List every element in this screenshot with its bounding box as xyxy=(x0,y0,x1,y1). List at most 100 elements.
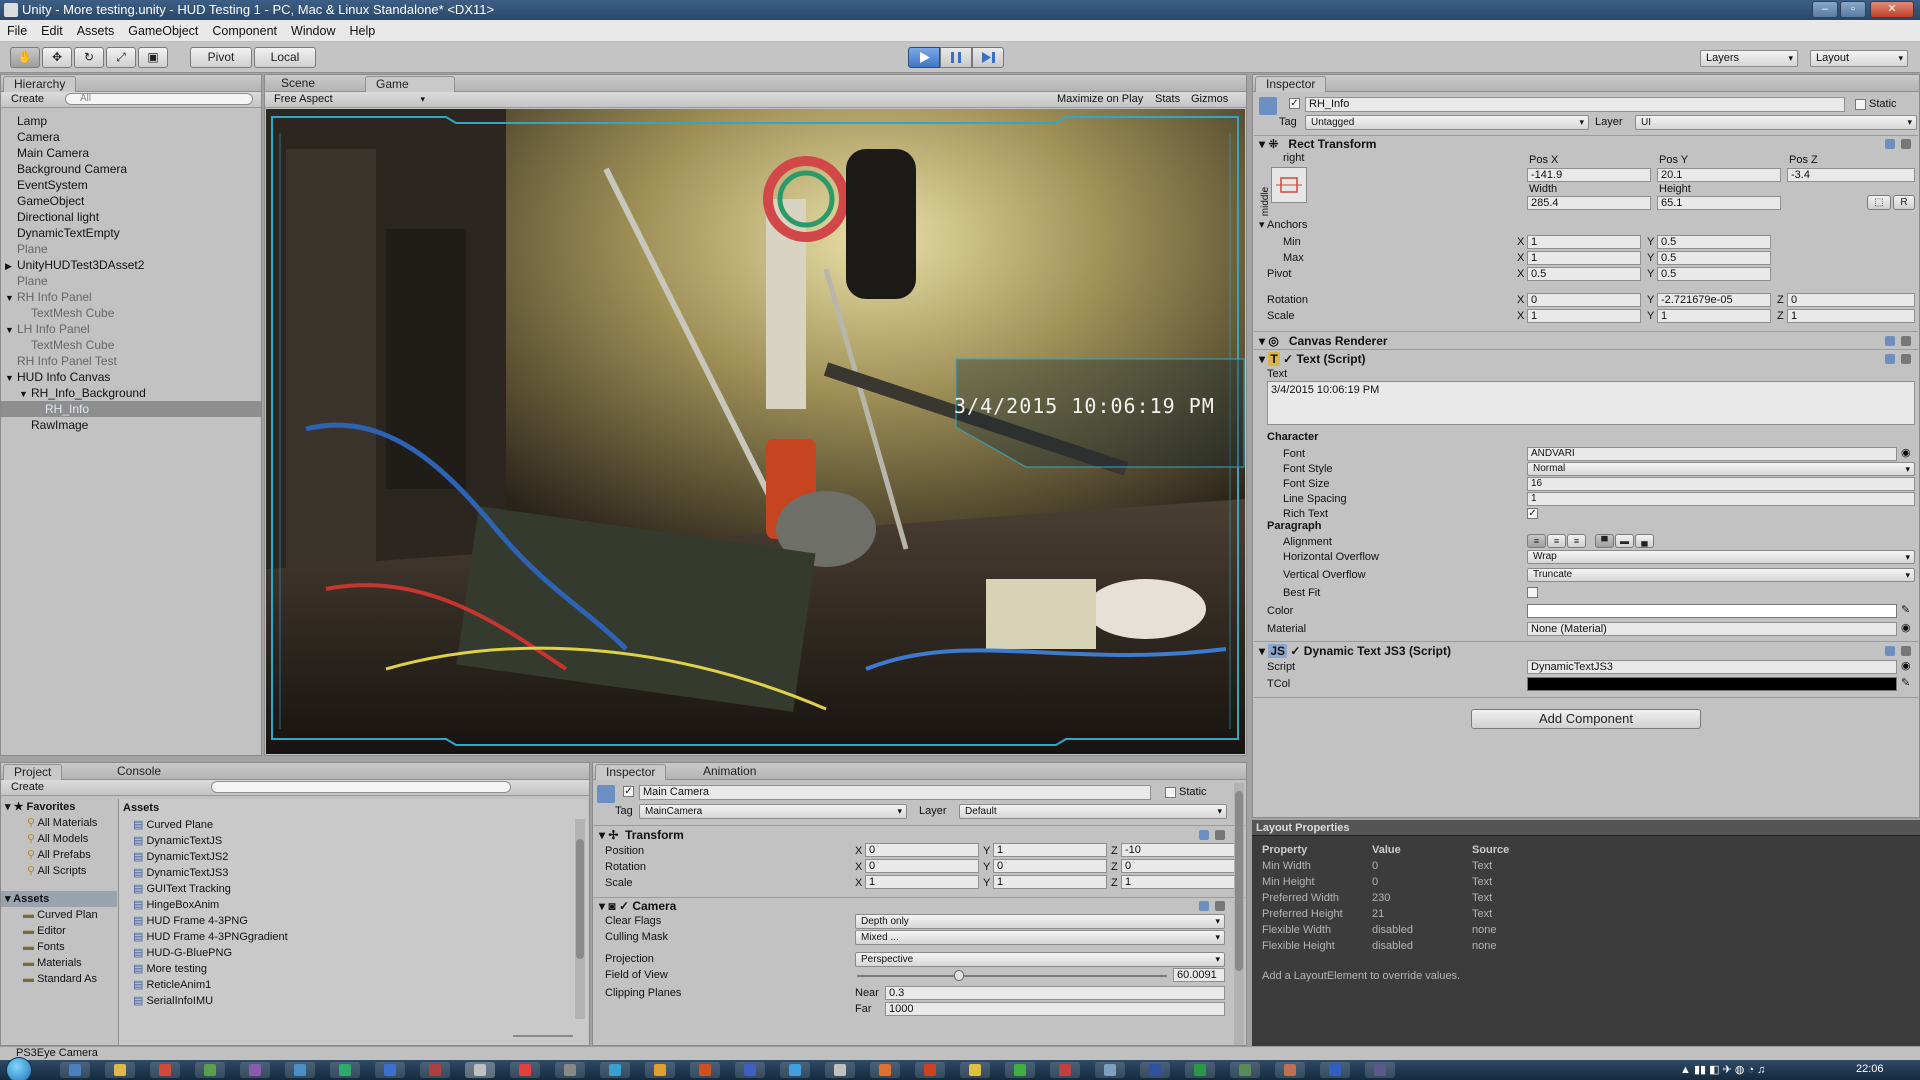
expand-arrow-icon[interactable]: ▼ xyxy=(5,290,17,306)
tab-project[interactable]: Project xyxy=(3,764,63,780)
main-camera-layer-dropdown[interactable]: Default xyxy=(959,804,1227,819)
hierarchy-item[interactable]: Main Camera xyxy=(1,145,261,161)
project-file-item[interactable]: ▤ DynamicTextJS2 xyxy=(133,849,573,865)
tcol-color-swatch[interactable] xyxy=(1527,677,1897,691)
menu-edit[interactable]: Edit xyxy=(34,20,70,41)
main-camera-static-checkbox[interactable] xyxy=(1165,787,1176,798)
menu-component[interactable]: Component xyxy=(205,20,284,41)
hierarchy-item[interactable]: RH Info Panel Test xyxy=(1,353,261,369)
rotation-x-field[interactable]: 0 xyxy=(1527,293,1641,307)
main-camera-tag-dropdown[interactable]: MainCamera xyxy=(639,804,907,819)
taskbar-app-icon[interactable] xyxy=(1365,1062,1395,1078)
align-left-icon[interactable]: ≡ xyxy=(1527,534,1546,548)
pivot-y-field[interactable]: 0.5 xyxy=(1657,267,1771,281)
anchors-foldout[interactable]: ▾ Anchors xyxy=(1259,219,1307,232)
hierarchy-item[interactable]: ▶ UnityHUDTest3DAsset2 xyxy=(1,257,261,273)
taskbar-app-icon[interactable] xyxy=(1050,1062,1080,1078)
start-button-icon[interactable] xyxy=(6,1057,32,1080)
rh-info-tag-dropdown[interactable]: Untagged xyxy=(1305,115,1589,130)
taskbar-app-icon[interactable] xyxy=(555,1062,585,1078)
align-middle-icon[interactable]: ▬ xyxy=(1615,534,1634,548)
taskbar-app-icon[interactable] xyxy=(150,1062,180,1078)
inspector-bottom-scroll-thumb[interactable] xyxy=(1235,791,1243,971)
posx-field[interactable]: -141.9 xyxy=(1527,168,1651,182)
rect-help-icon[interactable] xyxy=(1885,139,1895,149)
hand-tool-icon[interactable]: ✋ xyxy=(10,47,40,68)
hierarchy-item[interactable]: Plane xyxy=(1,273,261,289)
eyedropper-icon[interactable]: ✎ xyxy=(1901,604,1910,617)
taskbar-app-icon[interactable] xyxy=(915,1062,945,1078)
tab-hierarchy[interactable]: Hierarchy xyxy=(3,76,77,92)
anchor-max-x-field[interactable]: 1 xyxy=(1527,251,1641,265)
taskbar-app-icon[interactable] xyxy=(645,1062,675,1078)
transform-help-icon[interactable] xyxy=(1199,830,1209,840)
rich-text-checkbox[interactable]: ✓ xyxy=(1527,508,1538,519)
canvas-renderer-header[interactable]: ▾ ◎ Canvas Renderer xyxy=(1259,334,1388,348)
hierarchy-item[interactable]: DynamicTextEmpty xyxy=(1,225,261,241)
transform-scale-y-field[interactable]: 1 xyxy=(993,875,1107,889)
aspect-dropdown[interactable]: Free Aspect xyxy=(269,92,429,107)
rh-info-static-checkbox[interactable] xyxy=(1855,99,1866,110)
rect-transform-header[interactable]: ▾ ⁜ Rect Transform xyxy=(1259,137,1376,151)
taskbar-app-icon[interactable] xyxy=(1185,1062,1215,1078)
dynamic-gear-icon[interactable] xyxy=(1901,646,1911,656)
near-field[interactable]: 0.3 xyxy=(885,986,1225,1000)
posy-field[interactable]: 20.1 xyxy=(1657,168,1781,182)
assets-breadcrumb[interactable]: Assets xyxy=(123,802,159,815)
hierarchy-item[interactable]: ▼ HUD Info Canvas xyxy=(1,369,261,385)
posz-field[interactable]: -3.4 xyxy=(1787,168,1915,182)
hierarchy-item[interactable]: ▼ RH Info Panel xyxy=(1,289,261,305)
script-field[interactable]: DynamicTextJS3 xyxy=(1527,660,1897,674)
move-tool-icon[interactable]: ✥ xyxy=(42,47,72,68)
camera-help-icon[interactable] xyxy=(1199,901,1209,911)
anchor-min-y-field[interactable]: 0.5 xyxy=(1657,235,1771,249)
play-button[interactable] xyxy=(908,47,940,68)
favorites-header[interactable]: ▾ ★ Favorites xyxy=(5,801,75,814)
rotation-y-field[interactable]: -2.721679e-05 xyxy=(1657,293,1771,307)
anchor-preset-button[interactable] xyxy=(1271,167,1307,203)
transform-scale-x-field[interactable]: 1 xyxy=(865,875,979,889)
canvas-gear-icon[interactable] xyxy=(1901,336,1911,346)
canvas-help-icon[interactable] xyxy=(1885,336,1895,346)
tcol-eyedropper-icon[interactable]: ✎ xyxy=(1901,677,1910,690)
blueprint-mode-icon[interactable]: ⬚ xyxy=(1867,195,1891,210)
taskbar-app-icon[interactable] xyxy=(60,1062,90,1078)
scale-x-field[interactable]: 1 xyxy=(1527,309,1641,323)
taskbar-app-icon[interactable] xyxy=(1320,1062,1350,1078)
align-bottom-icon[interactable]: ▄ xyxy=(1635,534,1654,548)
hierarchy-item[interactable]: ▼ RH_Info_Background xyxy=(1,385,261,401)
hierarchy-item[interactable]: Background Camera xyxy=(1,161,261,177)
local-toggle[interactable]: Local xyxy=(254,47,316,68)
scale-z-field[interactable]: 1 xyxy=(1787,309,1915,323)
hierarchy-item[interactable]: Plane xyxy=(1,241,261,257)
expand-arrow-icon[interactable]: ▼ xyxy=(5,322,17,338)
transform-scale-z-field[interactable]: 1 xyxy=(1121,875,1235,889)
anchor-min-x-field[interactable]: 1 xyxy=(1527,235,1641,249)
taskbar-app-icon[interactable] xyxy=(465,1062,495,1078)
hierarchy-item[interactable]: RH_Info xyxy=(1,401,261,417)
tray-icons[interactable]: ▲ ▮▮ ◧ ✈ ◍ ◔ ♫ xyxy=(1680,1063,1765,1076)
text-help-icon[interactable] xyxy=(1885,354,1895,364)
project-file-item[interactable]: ▤ Curved Plane xyxy=(133,817,573,833)
close-icon[interactable]: ✕ xyxy=(1870,1,1914,18)
dynamic-text-script-header[interactable]: ▾ JS ✓ Dynamic Text JS3 (Script) xyxy=(1259,644,1451,658)
taskbar-app-icon[interactable] xyxy=(330,1062,360,1078)
thumbnail-size-slider[interactable] xyxy=(513,1035,573,1037)
inspector-bottom-scrollbar[interactable] xyxy=(1234,783,1244,1045)
tab-scene[interactable]: Scene xyxy=(271,76,325,92)
menu-window[interactable]: Window xyxy=(284,20,342,41)
taskbar-app-icon[interactable] xyxy=(105,1062,135,1078)
menu-assets[interactable]: Assets xyxy=(70,20,122,41)
menu-file[interactable]: File xyxy=(0,20,34,41)
taskbar-app-icon[interactable] xyxy=(240,1062,270,1078)
project-file-item[interactable]: ▤ GUIText Tracking xyxy=(133,881,573,897)
tab-animation[interactable]: Animation xyxy=(693,764,766,780)
project-file-item[interactable]: ▤ HUD-G-BluePNG xyxy=(133,945,573,961)
taskbar-app-icon[interactable] xyxy=(870,1062,900,1078)
far-field[interactable]: 1000 xyxy=(885,1002,1225,1016)
layout-dropdown[interactable]: Layout xyxy=(1810,50,1908,67)
rotation-z-field[interactable]: 0 xyxy=(1787,293,1915,307)
rotate-tool-icon[interactable]: ↻ xyxy=(74,47,104,68)
taskbar-app-icon[interactable] xyxy=(1095,1062,1125,1078)
taskbar-app-icon[interactable] xyxy=(1275,1062,1305,1078)
